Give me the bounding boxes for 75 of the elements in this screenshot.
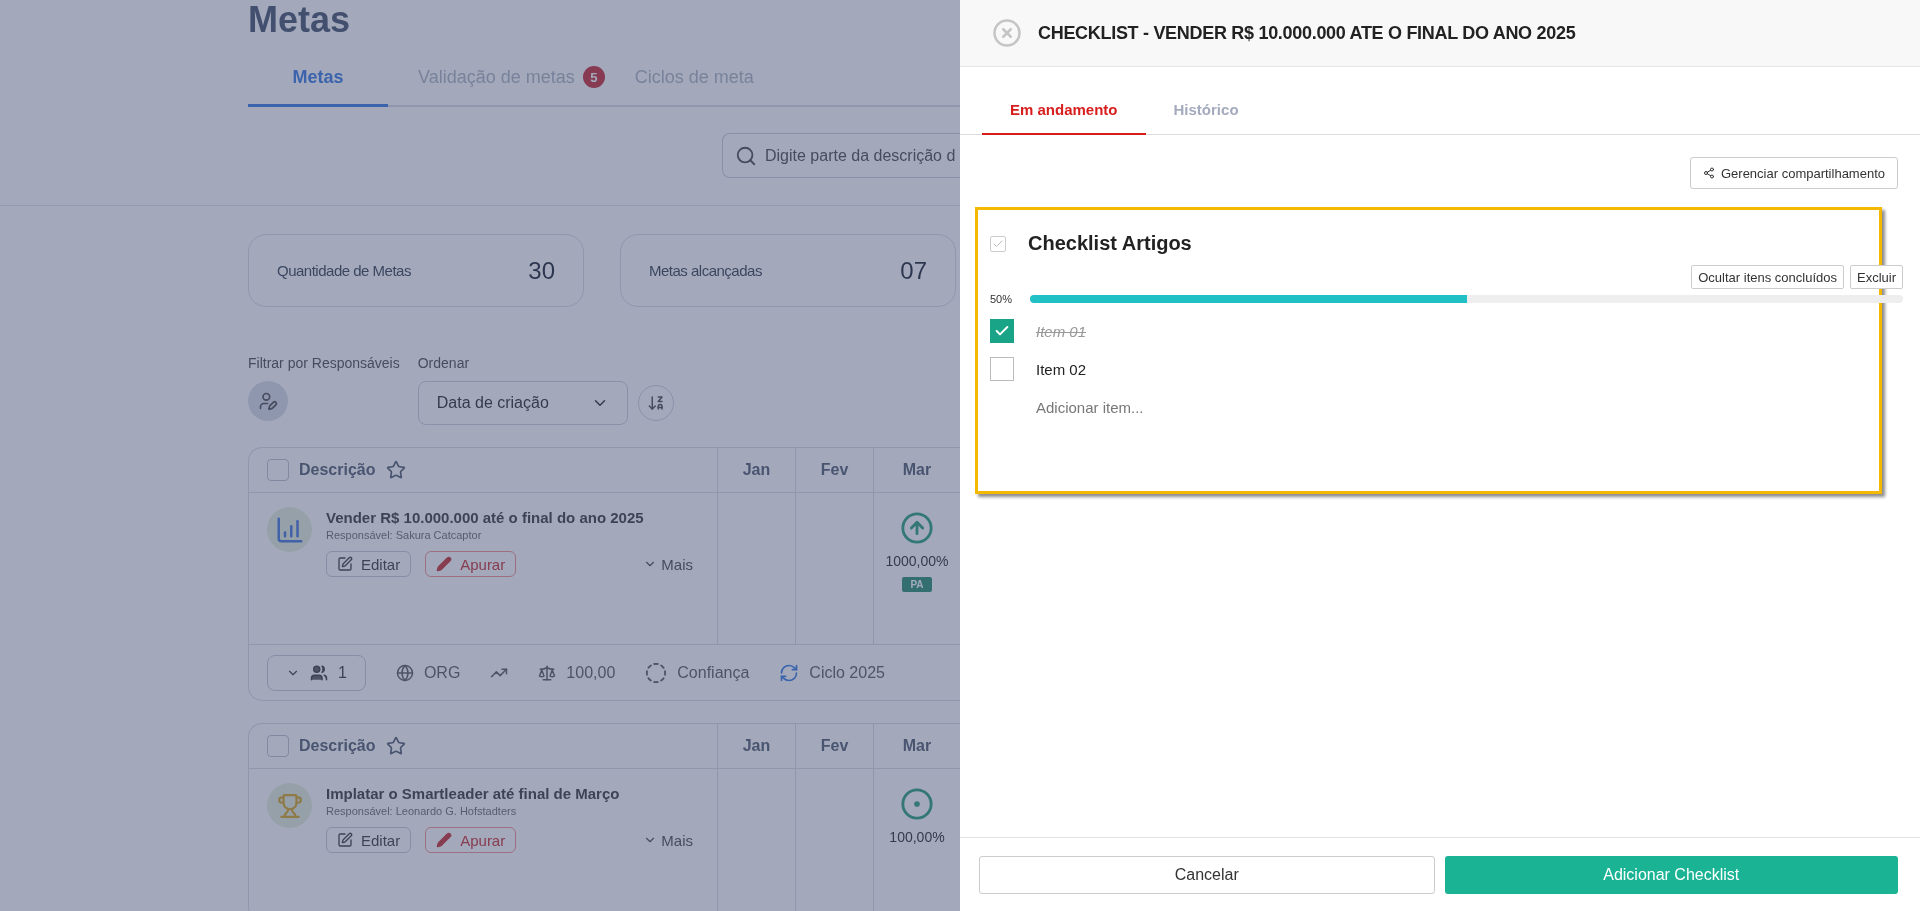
checkbox[interactable] [267, 735, 289, 757]
edit-icon [337, 832, 353, 848]
search-icon [735, 144, 757, 167]
scope-label: ORG [423, 663, 461, 682]
panel-title: CHECKLIST - VENDER R$ 10.000.000 ATE O FINAL DO ANO 2025 [1038, 22, 1576, 44]
star-icon[interactable] [385, 736, 406, 756]
filter-label: Filtrar por Responsáveis [248, 355, 400, 371]
target-icon [900, 787, 934, 821]
star-icon[interactable] [385, 460, 406, 480]
arrow-up-circle-icon [900, 511, 934, 545]
column-header: Jan [742, 461, 771, 479]
stat-label: Metas alcançadas [649, 262, 762, 279]
stat-value: 07 [900, 256, 927, 285]
column-header: Fev [820, 461, 849, 479]
month-value: 1000,00% [885, 553, 949, 569]
checkbox[interactable] [267, 459, 289, 481]
column-header: Mar [902, 461, 932, 479]
share-button[interactable]: Gerenciar compartilhamento [1689, 157, 1898, 189]
add-checklist-button[interactable]: Adicionar Checklist [1444, 855, 1898, 894]
page-tab[interactable]: Metas [248, 66, 388, 107]
search-field[interactable]: Digite parte da descrição d [722, 133, 960, 178]
apurar-button[interactable]: Apurar [425, 551, 517, 577]
column-header: Fev [820, 737, 849, 755]
users-icon [310, 663, 328, 682]
edit-button[interactable]: Editar [326, 827, 412, 853]
page-title: Metas [248, 0, 352, 40]
column-header: Mar [902, 737, 932, 755]
cycle-label: Ciclo 2025 [809, 663, 885, 682]
share-icon [1702, 167, 1715, 179]
edit-button[interactable]: Editar [326, 551, 412, 577]
weight-value: 100,00 [566, 663, 616, 682]
goal-title: Vender R$ 10.000.000 até o final do ano 2025 [326, 509, 645, 526]
panel-tab[interactable]: Histórico [1145, 89, 1267, 135]
dashed-circle-icon [645, 661, 668, 684]
item-checkbox[interactable] [990, 319, 1014, 343]
sort-label: Ordenar [417, 355, 471, 371]
scale-icon [538, 663, 557, 682]
user-edit-icon [258, 391, 278, 411]
close-icon[interactable] [992, 18, 1022, 48]
goal-responsible: Responsável: Leonardo G. Hofstadters [326, 805, 518, 817]
trophy-icon [276, 792, 303, 819]
status-tag: PA [902, 577, 932, 592]
month-value: 100,00% [889, 829, 945, 845]
checklist-title: Checklist Artigos [1028, 232, 1192, 255]
stat-label: Quantidade de Metas [277, 262, 411, 279]
count-badge: 5 [582, 66, 605, 88]
globe-icon [395, 663, 414, 682]
stat-value: 30 [528, 256, 555, 285]
progress-label: 50% [990, 293, 1014, 305]
more-button[interactable]: Mais [637, 554, 699, 574]
item-label: Item 01 [1036, 322, 1087, 340]
cancel-button[interactable]: Cancelar [979, 855, 1435, 894]
pencil-icon [436, 832, 453, 848]
column-header: Jan [742, 737, 771, 755]
sort-order-button[interactable] [637, 385, 674, 421]
goal-responsible: Responsável: Sakura Catcaptor [326, 529, 483, 541]
column-header: Descrição [299, 737, 376, 755]
delete-button[interactable]: Excluir [1850, 265, 1903, 289]
sort-select[interactable]: Data de criação [417, 381, 628, 425]
hide-completed-button[interactable]: Ocultar itens concluídos [1691, 265, 1844, 289]
column-header: Descrição [299, 461, 376, 479]
more-button[interactable]: Mais [637, 830, 699, 850]
item-label: Item 02 [1036, 360, 1087, 378]
confidence-label: Confiança [677, 663, 750, 682]
refresh-icon [779, 662, 800, 683]
user-filter-button[interactable] [248, 381, 288, 421]
sort-icon [646, 394, 665, 412]
checklist-checkbox[interactable] [990, 235, 1006, 252]
apurar-button[interactable]: Apurar [425, 827, 517, 853]
participants-button[interactable]: 1 [267, 654, 366, 691]
edit-icon [337, 556, 353, 572]
panel-tab[interactable]: Em andamento [982, 89, 1146, 135]
goal-title: Implatar o Smartleader até final de Março [326, 785, 621, 802]
item-checkbox[interactable] [990, 357, 1014, 381]
pencil-icon [436, 556, 453, 572]
